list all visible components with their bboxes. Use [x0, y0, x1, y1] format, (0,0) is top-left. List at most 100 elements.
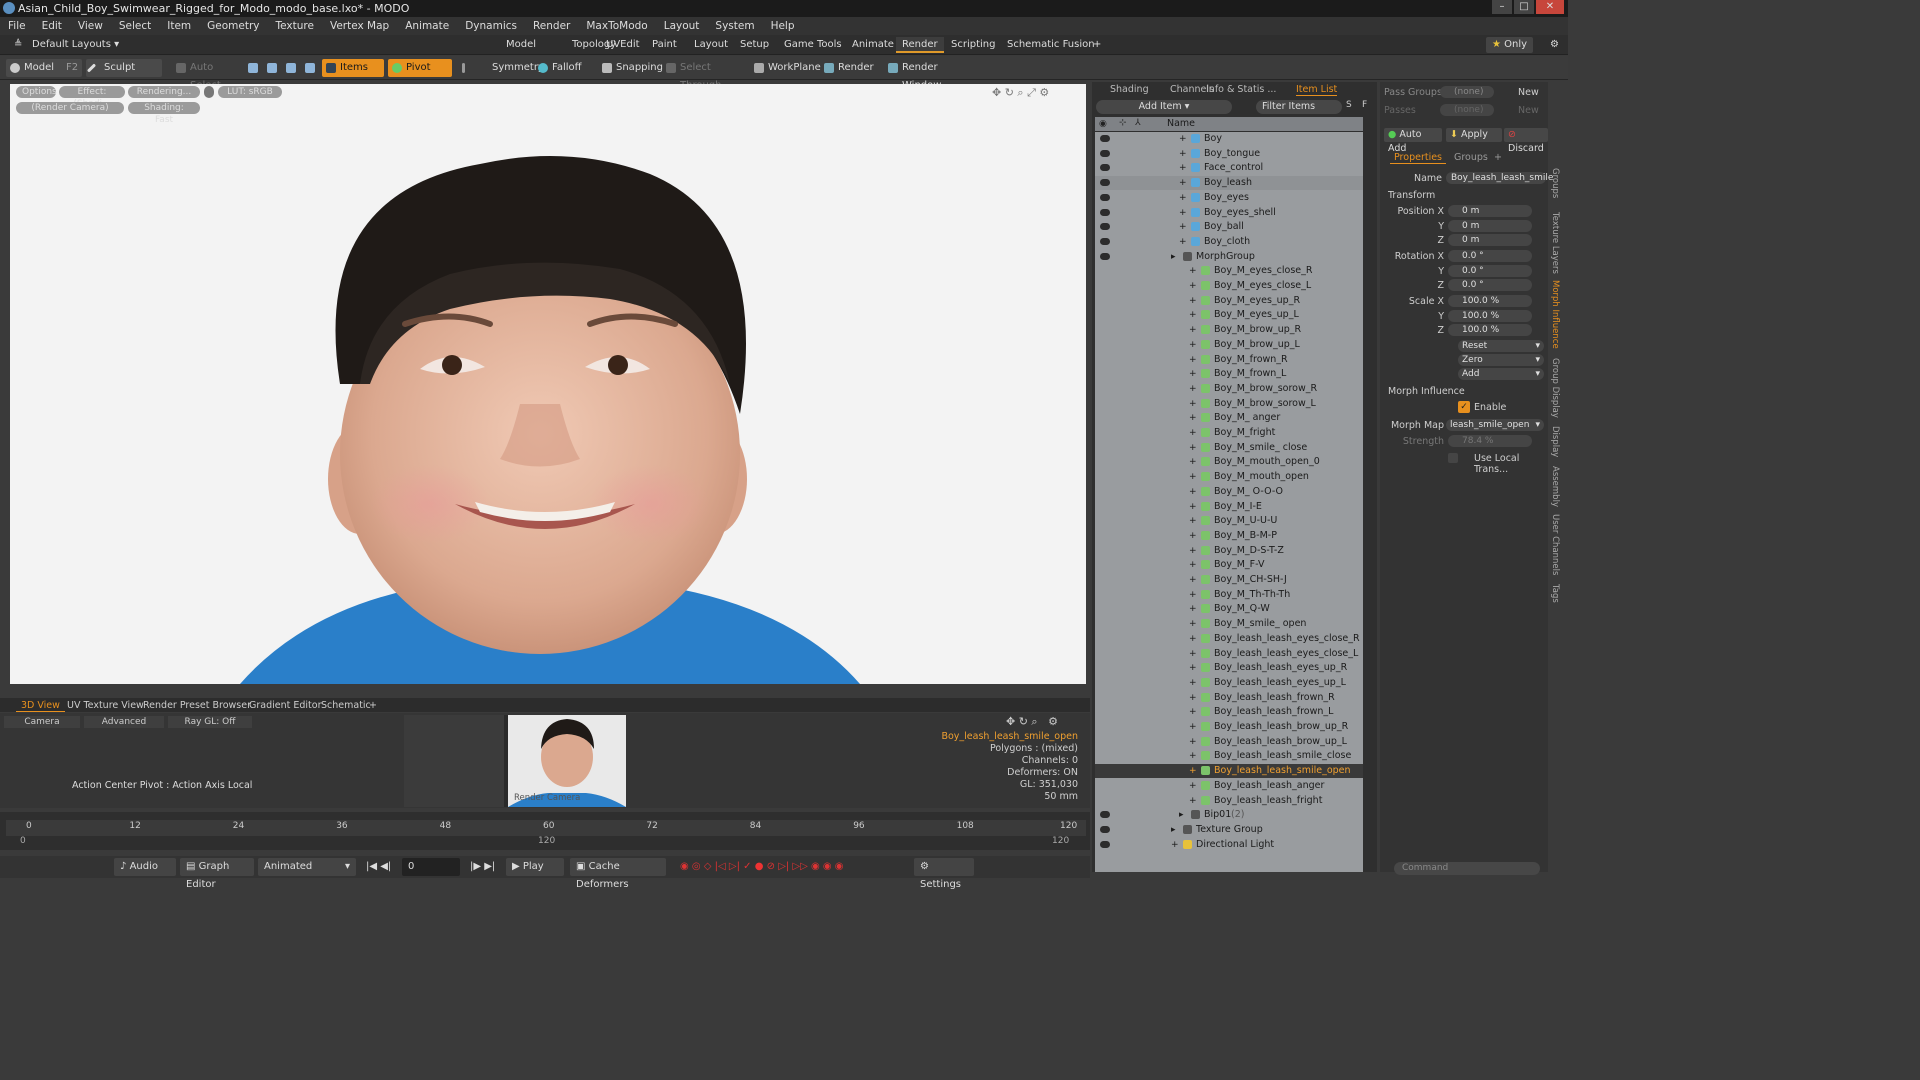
expand-toggle-icon[interactable]: +	[1189, 573, 1197, 587]
lut-button[interactable]: LUT: sRGB	[218, 86, 282, 98]
expand-toggle-icon[interactable]: +	[1189, 735, 1197, 749]
only-toggle[interactable]: ★ Only	[1486, 37, 1534, 53]
expand-toggle-icon[interactable]: +	[1189, 382, 1197, 396]
tab-render[interactable]: Render	[896, 37, 944, 53]
tab-animate[interactable]: Animate	[846, 37, 900, 53]
expand-toggle-icon[interactable]: +	[1189, 691, 1197, 705]
expand-toggle-icon[interactable]: +	[1189, 602, 1197, 616]
menu-help[interactable]: Help	[763, 20, 803, 32]
bottom-tab-uv-texture-view[interactable]: UV Texture View	[62, 699, 149, 712]
expand-toggle-icon[interactable]: +	[1179, 235, 1187, 249]
tree-row[interactable]: + Boy_M_mouth_open_0	[1095, 455, 1363, 469]
key-transport-icons[interactable]: ◉ ◎ ◇ |◁ ▷| ✓ ● ⊘ ▷| ▷▷ ◉ ◉ ◉	[674, 858, 908, 876]
tab-paint[interactable]: Paint	[646, 37, 683, 53]
viewport-options-button[interactable]: Options	[16, 86, 57, 98]
rotation-z-field[interactable]: 0.0 °	[1448, 279, 1532, 291]
tree-row[interactable]: + Boy_leash_leash_fright	[1095, 794, 1363, 808]
expand-toggle-icon[interactable]: ▸	[1171, 823, 1176, 837]
expand-toggle-icon[interactable]: +	[1189, 279, 1197, 293]
passes-dropdown[interactable]: (none)	[1440, 104, 1494, 116]
filter-s-button[interactable]: S	[1346, 100, 1358, 114]
tree-row[interactable]: + Boy_M_ O-O-O	[1095, 485, 1363, 499]
graph-editor-button[interactable]: ▤ Graph Editor	[180, 858, 254, 890]
menu-layout[interactable]: Layout	[656, 20, 708, 32]
tree-row[interactable]: ▸ MorphGroup	[1095, 250, 1363, 264]
viewport-nav-icons[interactable]: ✥ ↻ ⌕ ⤢ ⚙	[992, 86, 1049, 100]
expand-toggle-icon[interactable]: +	[1189, 661, 1197, 675]
symmetry-button[interactable]: Symmetry	[458, 59, 544, 77]
right-tab-item-list[interactable]: Item List	[1296, 84, 1338, 96]
tree-row[interactable]: + Boy_eyes	[1095, 191, 1363, 205]
expand-toggle-icon[interactable]: +	[1189, 294, 1197, 308]
expand-toggle-icon[interactable]: +	[1189, 397, 1197, 411]
expand-toggle-icon[interactable]: +	[1189, 514, 1197, 528]
menu-system[interactable]: System	[707, 20, 762, 32]
visibility-eye-icon[interactable]	[1100, 179, 1110, 187]
tree-row[interactable]: + Boy_M_frown_L	[1095, 367, 1363, 381]
menu-render[interactable]: Render	[525, 20, 578, 32]
expand-toggle-icon[interactable]: +	[1189, 779, 1197, 793]
expand-toggle-icon[interactable]: ▸	[1171, 250, 1176, 264]
expand-toggle-icon[interactable]: +	[1189, 426, 1197, 440]
polygon-mode-icon[interactable]	[286, 63, 296, 73]
tree-row[interactable]: + Boy_M_brow_sorow_R	[1095, 382, 1363, 396]
pivot-mode-button[interactable]: Pivot	[388, 59, 452, 77]
advanced-dropdown[interactable]: Advanced	[84, 716, 164, 728]
new-pass-group-button[interactable]: New	[1518, 87, 1539, 98]
visibility-eye-icon[interactable]	[1100, 208, 1110, 216]
menu-select[interactable]: Select	[111, 20, 159, 32]
tree-row[interactable]: + Boy_M_Th-Th-Th	[1095, 588, 1363, 602]
minimize-button[interactable]: –	[1492, 0, 1512, 14]
expand-toggle-icon[interactable]: +	[1189, 441, 1197, 455]
tree-row[interactable]: + Boy_leash_leash_brow_up_L	[1095, 735, 1363, 749]
expand-toggle-icon[interactable]: +	[1189, 308, 1197, 322]
expand-toggle-icon[interactable]: ▸	[1179, 808, 1184, 822]
expand-toggle-icon[interactable]: +	[1171, 838, 1179, 852]
cache-deformers-button[interactable]: ▣ Cache Deformers	[570, 858, 666, 890]
expand-toggle-icon[interactable]: +	[1179, 220, 1187, 234]
render-window-button[interactable]: Render Window	[884, 59, 972, 91]
expand-toggle-icon[interactable]: +	[1189, 323, 1197, 337]
bottom-tab-gradient-editor[interactable]: Gradient Editor	[244, 699, 326, 712]
tree-row[interactable]: + Boy_cloth	[1095, 235, 1363, 249]
menu-edit[interactable]: Edit	[34, 20, 70, 32]
tree-row[interactable]: + Boy_M_Q-W	[1095, 602, 1363, 616]
timeline[interactable]: 0 12 24 36 48 60 72 84 96 108 120 0 120 120	[0, 812, 1090, 850]
raygl-dropdown[interactable]: Ray GL: Off	[168, 716, 252, 728]
expand-toggle-icon[interactable]: +	[1179, 176, 1187, 190]
tab-model[interactable]: Model	[500, 37, 542, 53]
expand-toggle-icon[interactable]: +	[1189, 338, 1197, 352]
right-tab-shading[interactable]: Shading	[1110, 84, 1149, 95]
tree-row[interactable]: + Boy_M_smile_ close	[1095, 441, 1363, 455]
visibility-eye-icon[interactable]	[1100, 193, 1110, 201]
maximize-button[interactable]: □	[1514, 0, 1534, 14]
side-tab-assembly[interactable]: Assembly	[1550, 466, 1560, 507]
expand-toggle-icon[interactable]: +	[1189, 705, 1197, 719]
tree-row[interactable]: + Boy_M_I-E	[1095, 500, 1363, 514]
side-tab-morph-influence[interactable]: Morph Influence	[1550, 280, 1560, 349]
expand-toggle-icon[interactable]: +	[1189, 749, 1197, 763]
expand-toggle-icon[interactable]: +	[1189, 720, 1197, 734]
tab-scripting[interactable]: Scripting	[945, 37, 1001, 53]
pass-groups-dropdown[interactable]: (none)	[1440, 86, 1494, 98]
menu-geometry[interactable]: Geometry	[199, 20, 267, 32]
right-tab-info-statis-[interactable]: Info & Statis ...	[1206, 84, 1276, 95]
sculpt-button[interactable]: Sculpt	[86, 59, 162, 77]
strength-field[interactable]: 78.4 %	[1448, 435, 1532, 447]
3d-viewport[interactable]: Options Effect: (Shadi... Rendering... L…	[10, 84, 1086, 684]
tree-row[interactable]: + Boy_leash_leash_eyes_up_R	[1095, 661, 1363, 675]
morph-influence-section[interactable]: Morph Influence	[1388, 386, 1465, 397]
use-local-checkbox[interactable]	[1448, 453, 1458, 463]
new-pass-button[interactable]: New	[1518, 105, 1539, 116]
side-tab-tags[interactable]: Tags	[1550, 584, 1560, 603]
expand-toggle-icon[interactable]: +	[1189, 367, 1197, 381]
tree-row[interactable]: + Boy_M_smile_ open	[1095, 617, 1363, 631]
add-tab-button[interactable]: +	[1087, 37, 1107, 53]
tab-properties[interactable]: Properties	[1390, 152, 1447, 164]
tab-layout[interactable]: Layout	[688, 37, 734, 53]
scale-z-field[interactable]: 100.0 %	[1448, 324, 1532, 336]
audio-button[interactable]: ♪ Audio	[114, 858, 176, 876]
command-input[interactable]: Command	[1394, 862, 1540, 875]
expand-toggle-icon[interactable]: +	[1189, 500, 1197, 514]
filter-f-button[interactable]: F	[1362, 100, 1374, 114]
